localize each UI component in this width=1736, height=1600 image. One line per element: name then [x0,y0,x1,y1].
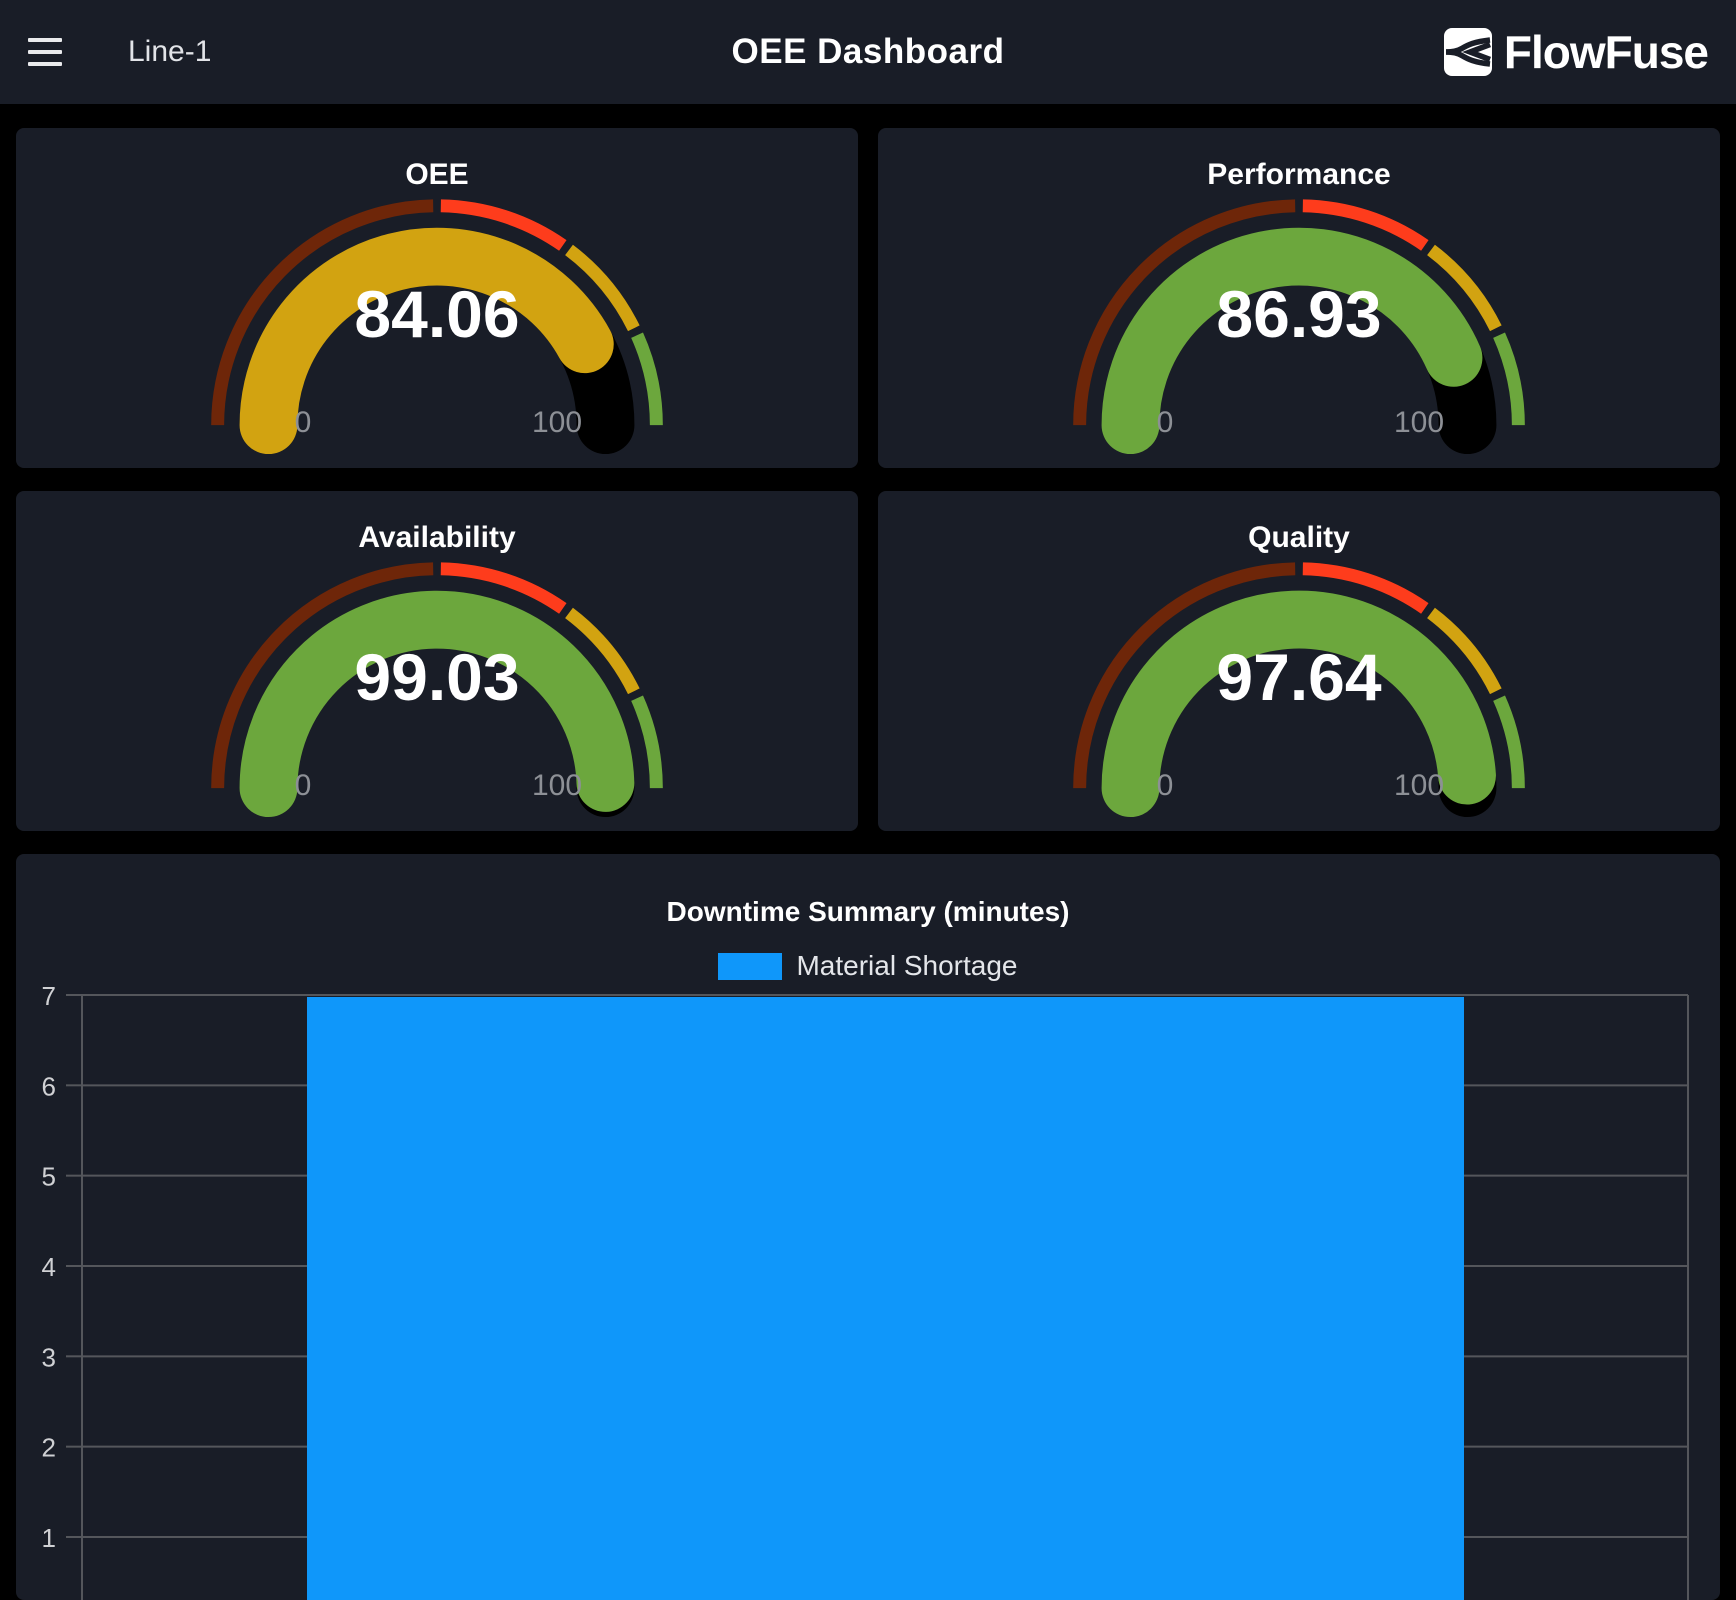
gauge-max-label: 100 [532,406,582,440]
gauge-value: 97.64 [878,639,1720,715]
page-title: OEE Dashboard [732,32,1005,72]
y-tick-label: 3 [42,1342,56,1372]
chart-legend: Material Shortage [16,950,1720,982]
gauge-card-oee: OEE 84.06 0 100 [16,128,858,468]
y-tick-label: 2 [42,1433,56,1463]
gauge-card-availability: Availability 99.03 0 100 [16,491,858,831]
gauge-value: 84.06 [16,276,858,352]
gauge-min-label: 0 [295,769,312,803]
gauge-card-quality: Quality 97.64 0 100 [878,491,1720,831]
line-label: Line-1 [128,35,211,69]
legend-swatch [718,953,782,980]
y-tick-label: 1 [42,1523,56,1553]
gauge-min-label: 0 [1157,406,1174,440]
gauge-card-performance: Performance 86.93 0 100 [878,128,1720,468]
gauge-min-label: 0 [295,406,312,440]
hamburger-menu-button[interactable] [28,30,72,74]
chart-title: Downtime Summary (minutes) [16,896,1720,928]
gauge-max-label: 100 [1394,769,1444,803]
y-tick-label: 7 [42,981,56,1011]
legend-label: Material Shortage [796,950,1017,982]
downtime-chart-card: 7 6 5 4 3 2 1 Downtime Summary (minutes) Mater… [16,854,1720,1600]
downtime-bar[interactable] [307,997,1464,1600]
gauge-max-label: 100 [532,769,582,803]
dashboard-grid: OEE 84.06 0 100 Performance 86.93 0 100 … [0,104,1736,1600]
y-tick-label: 4 [42,1252,56,1282]
gauge-max-label: 100 [1394,406,1444,440]
hamburger-icon [28,38,62,42]
flowfuse-logo: FlowFuse [1444,25,1708,79]
brand-name: FlowFuse [1504,25,1708,79]
flowfuse-icon [1444,28,1492,76]
legend-item-material-shortage[interactable]: Material Shortage [718,950,1017,982]
gauge-min-label: 0 [1157,769,1174,803]
y-tick-label: 5 [42,1162,56,1192]
gauge-value: 86.93 [878,276,1720,352]
y-tick-label: 6 [42,1071,56,1101]
app-header: Line-1 OEE Dashboard FlowFuse [0,0,1736,104]
gauge-value: 99.03 [16,639,858,715]
